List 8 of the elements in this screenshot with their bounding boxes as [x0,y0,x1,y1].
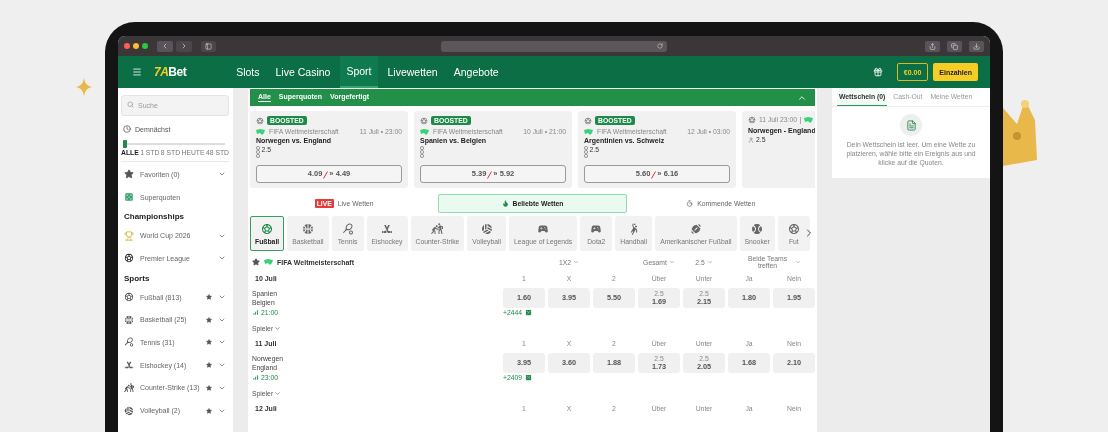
nav-link[interactable]: Slots [230,56,266,88]
section-heading: Sports [123,272,151,285]
section-heading: Championships [123,211,185,224]
site-logo[interactable]: 7ABet [154,65,187,79]
nav-link[interactable]: Sport [340,56,378,88]
nav-link[interactable]: Angebote [447,56,505,88]
nav-link[interactable]: Livewetten [381,56,444,88]
nav-link[interactable]: Live Casino [269,56,337,88]
